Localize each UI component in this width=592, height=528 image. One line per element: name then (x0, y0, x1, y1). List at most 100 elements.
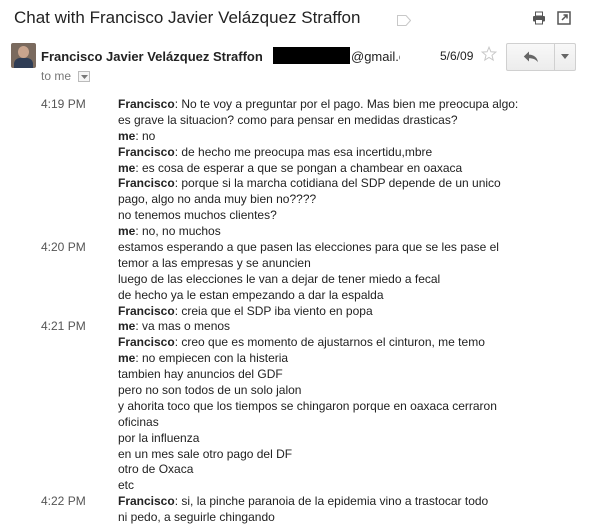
chat-message: oficinas (118, 415, 159, 431)
chat-line: pero no son todos de un solo jalon (0, 383, 592, 399)
conversation-header: Chat with Francisco Javier Velázquez Str… (0, 0, 592, 36)
chat-message: Francisco: porque si la marcha cotidiana… (118, 176, 501, 192)
chat-speaker: Francisco (118, 97, 175, 111)
label-icon[interactable] (397, 13, 412, 26)
chat-message: Francisco: de hecho me preocupa mas esa … (118, 145, 432, 161)
chat-message-text: y ahorita toco que los tiempos se chinga… (118, 398, 497, 413)
chat-timestamp: 4:21 PM (41, 319, 86, 334)
chat-message-text: oficinas (118, 414, 159, 429)
chat-line: Francisco: de hecho me preocupa mas esa … (0, 145, 592, 161)
avatar[interactable] (11, 43, 36, 68)
chat-message: etc (118, 478, 134, 494)
sender-email-domain: @gmail.com (351, 49, 400, 64)
chat-message: tambien hay anuncios del GDF (118, 367, 283, 383)
chat-message-text: ni pedo, a seguirle chingando (118, 510, 275, 525)
chat-message: y ahorita toco que los tiempos se chinga… (118, 399, 497, 415)
message-date: 5/6/09 (440, 49, 474, 63)
chat-message: es grave la situacion? como para pensar … (118, 113, 458, 129)
chat-line: Francisco: porque si la marcha cotidiana… (0, 176, 592, 192)
chat-line: no tenemos muchos clientes? (0, 208, 592, 224)
chat-message: luego de las elecciones le van a dejar d… (118, 272, 440, 288)
chat-message: no tenemos muchos clientes? (118, 208, 277, 224)
chat-message-text: pago, algo no anda muy bien no???? (118, 192, 317, 207)
chat-line: me: no (0, 129, 592, 145)
chat-line: oficinas (0, 415, 592, 431)
chat-timestamp: 4:22 PM (41, 494, 86, 509)
chat-line: pago, algo no anda muy bien no???? (0, 192, 592, 208)
chat-message-text: : no empiecen con la histeria (135, 351, 289, 366)
chat-line: en un mes sale otro pago del DF (0, 447, 592, 463)
chat-line: 4:21 PM me: va mas o menos (0, 319, 592, 335)
chat-timestamp: 4:19 PM (41, 97, 86, 111)
chat-speaker: me (118, 224, 136, 239)
chat-speaker: me (118, 160, 136, 175)
chat-message-text: : es cosa de esperar a que se pongan a c… (135, 160, 463, 175)
chat-line: me: no empiecen con la histeria (0, 351, 592, 367)
avatar-shirt (14, 58, 33, 68)
chat-message: temor a las empresas y se anuncien (118, 256, 311, 272)
chat-message-text: es grave la situacion? como para pensar … (118, 112, 458, 127)
chat-message-text: en un mes sale otro pago del DF (118, 446, 293, 461)
chat-speaker: me (118, 128, 136, 143)
reply-button[interactable] (507, 44, 555, 70)
chat-message-text: : no (135, 128, 156, 143)
chat-message-text: no tenemos muchos clientes? (118, 208, 277, 223)
conversation-subject: Chat with Francisco Javier Velázquez Str… (14, 8, 361, 27)
chat-speaker: Francisco (118, 176, 175, 191)
chat-speaker: Francisco (118, 494, 175, 509)
chat-line: por la influenza (0, 431, 592, 447)
new-window-icon[interactable] (557, 11, 571, 25)
chat-message-text: : creo que es momento de ajustarnos el c… (174, 335, 485, 350)
chat-line: Francisco: creia que el SDP iba viento e… (0, 304, 592, 320)
chat-line: otro de Oxaca (0, 462, 592, 478)
avatar-head (18, 46, 29, 58)
chat-speaker: Francisco (118, 335, 175, 350)
chat-message: me: va mas o menos (118, 319, 230, 335)
chat-message: me: no (118, 129, 155, 145)
chat-message-text: etc (118, 478, 135, 493)
chat-message-text: : creia que el SDP iba viento en popa (174, 303, 373, 318)
chat-message: me: no, no muchos (118, 224, 221, 240)
chat-message-text: : si, la pinche paranoia de la epidemia … (174, 494, 489, 509)
chat-line: 4:19 PM Francisco: No te voy a preguntar … (0, 97, 592, 113)
chat-message: estamos esperando a que pasen las elecci… (118, 240, 499, 256)
chat-message-text: pero no son todos de un solo jalon (118, 383, 302, 398)
chat-line: y ahorita toco que los tiempos se chinga… (0, 399, 592, 415)
chat-line: ni pedo, a seguirle chingando (0, 510, 592, 526)
chat-message: por la influenza (118, 431, 199, 447)
chat-message-text: : no, no muchos (135, 224, 221, 239)
chat-line: de hecho ya le estan empezando a dar la … (0, 288, 592, 304)
chat-line: temor a las empresas y se anuncien (0, 256, 592, 272)
chat-message: Francisco: si, la pinche paranoia de la … (118, 494, 488, 510)
chat-message-text: : va mas o menos (135, 319, 231, 334)
chat-line: es grave la situacion? como para pensar … (0, 113, 592, 129)
chat-message-text: : de hecho me preocupa mas esa incertidu… (174, 144, 433, 159)
chat-speaker: Francisco (118, 303, 175, 318)
chat-message: otro de Oxaca (118, 462, 193, 478)
show-details-dropdown[interactable] (78, 71, 90, 82)
chat-line: me: no, no muchos (0, 224, 592, 240)
chat-message-text: estamos esperando a que pasen las elecci… (118, 240, 499, 255)
chat-speaker: me (118, 319, 136, 334)
recipient-label: to me (41, 69, 72, 83)
chat-message: en un mes sale otro pago del DF (118, 447, 292, 463)
chat-message: de hecho ya le estan empezando a dar la … (118, 288, 384, 304)
star-icon[interactable] (480, 45, 498, 62)
redacted-email (273, 47, 350, 64)
chat-message-text: tambien hay anuncios del GDF (118, 367, 283, 382)
dropdown-arrow-icon (561, 54, 569, 59)
chat-transcript: 4:19 PM Francisco: No te voy a preguntar … (0, 97, 592, 526)
reply-button-group (506, 43, 576, 71)
more-actions-button[interactable] (555, 44, 575, 70)
chat-speaker: Francisco (118, 144, 175, 159)
chat-line: luego de las elecciones le van a dejar d… (0, 272, 592, 288)
chat-message: Francisco: creo que es momento de ajusta… (118, 335, 485, 351)
chat-message-text: : No te voy a preguntar por el pago. Mas… (174, 97, 519, 111)
chat-timestamp: 4:20 PM (41, 240, 86, 255)
chat-message-text: por la influenza (118, 430, 200, 445)
chat-message: pago, algo no anda muy bien no???? (118, 192, 316, 208)
chat-line: 4:20 PM estamos esperando a que pasen las… (0, 240, 592, 256)
sender-name[interactable]: Francisco Javier Velázquez Straffon (41, 49, 263, 64)
print-icon[interactable] (532, 11, 546, 25)
chevron-down-icon (81, 75, 88, 79)
